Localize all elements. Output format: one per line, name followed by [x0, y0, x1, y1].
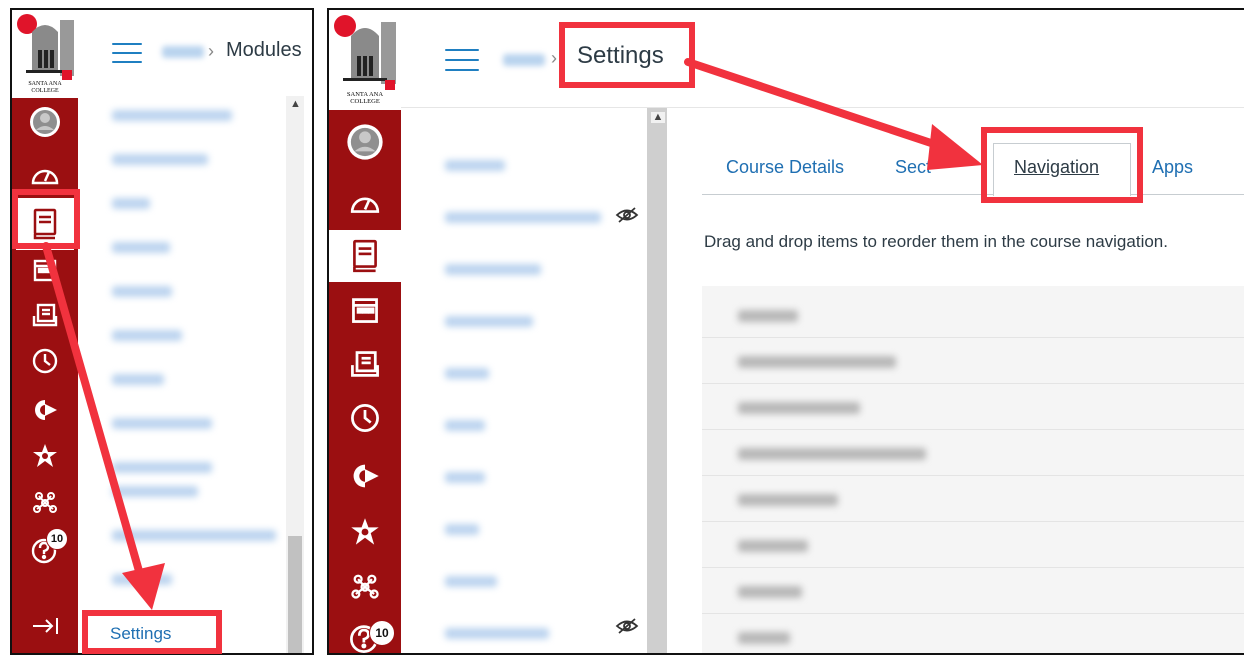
reorder-list-item[interactable] — [702, 478, 1244, 522]
reorder-list-item[interactable] — [702, 432, 1244, 476]
top-header: › Settings — [401, 10, 1244, 108]
right-screenshot-panel: SANTA ANA COLLEGE 10 › Settings ▲ Course… — [327, 8, 1244, 655]
courses-icon[interactable] — [329, 230, 401, 282]
tab-apps[interactable]: Apps — [1152, 157, 1193, 178]
navigation-instructions: Drag and drop items to reorder them in t… — [704, 232, 1168, 251]
tab-course-details[interactable]: Course Details — [726, 157, 844, 178]
santa-ana-college-seal: SANTA ANA COLLEGE — [12, 10, 78, 98]
course-nav-item[interactable] — [445, 160, 505, 171]
top-header: › Modules — [78, 10, 312, 96]
breadcrumb-current: Settings — [577, 42, 664, 69]
settings-link[interactable]: Settings — [90, 616, 220, 652]
course-nav-item[interactable] — [112, 110, 232, 121]
course-navigation-reorder-list — [702, 286, 1244, 653]
course-nav-item[interactable] — [445, 264, 541, 275]
course-nav-item[interactable] — [445, 524, 479, 535]
global-navigation: SANTA ANA COLLEGE 10 — [329, 10, 401, 653]
course-nav-scrollbar[interactable]: ▲ — [286, 96, 304, 653]
course-nav-item[interactable] — [112, 286, 172, 297]
breadcrumb-course-name[interactable] — [162, 46, 204, 58]
network-icon[interactable] — [329, 564, 401, 608]
breadcrumb-separator: › — [208, 41, 214, 61]
history-icon[interactable] — [329, 396, 401, 440]
courses-icon[interactable] — [16, 198, 74, 250]
reorder-list-item[interactable] — [702, 524, 1244, 568]
help-badge: 10 — [46, 528, 68, 550]
global-navigation: SANTA ANA COLLEGE 10 — [12, 10, 78, 653]
account-icon[interactable] — [329, 118, 401, 166]
course-nav-item[interactable] — [112, 574, 172, 585]
reorder-list-item[interactable] — [702, 294, 1244, 338]
tab-navigation[interactable]: Navigation — [1014, 157, 1099, 178]
tabs-divider — [702, 194, 1244, 195]
network-icon[interactable] — [12, 484, 78, 520]
studio-icon[interactable] — [329, 510, 401, 554]
course-nav-scrollbar[interactable]: ▲ — [647, 108, 667, 653]
course-nav-item[interactable] — [112, 418, 212, 429]
svg-text:SANTA ANA: SANTA ANA — [347, 91, 383, 98]
reorder-list-item[interactable] — [702, 616, 1244, 653]
college-logo[interactable]: SANTA ANA COLLEGE — [329, 10, 401, 110]
course-nav-item[interactable] — [112, 198, 150, 209]
help-badge: 10 — [369, 620, 395, 646]
course-nav-item[interactable] — [112, 462, 212, 473]
course-nav-item[interactable] — [112, 374, 164, 385]
calendar-icon[interactable] — [12, 252, 78, 288]
college-logo[interactable]: SANTA ANA COLLEGE — [12, 10, 78, 98]
course-nav-item[interactable] — [445, 576, 497, 587]
scroll-up-arrow[interactable]: ▲ — [651, 112, 665, 123]
course-nav-item[interactable] — [112, 330, 182, 341]
scroll-thumb[interactable] — [288, 536, 302, 653]
studio-icon[interactable] — [12, 438, 78, 474]
course-nav-item[interactable] — [445, 472, 485, 483]
svg-text:SANTA ANA: SANTA ANA — [28, 81, 62, 87]
collapse-nav-icon[interactable] — [12, 608, 78, 644]
account-icon[interactable] — [12, 103, 78, 141]
reorder-list-item[interactable] — [702, 570, 1244, 614]
inbox-icon[interactable] — [329, 342, 401, 386]
breadcrumb-current: Modules — [226, 39, 302, 61]
help-icon[interactable]: 10 — [12, 528, 78, 570]
course-nav-item[interactable] — [445, 316, 533, 327]
breadcrumb-separator: › — [551, 48, 557, 68]
dashboard-icon[interactable] — [12, 155, 78, 193]
calendar-icon[interactable] — [329, 288, 401, 332]
course-nav-item[interactable] — [112, 154, 208, 165]
inbox-icon[interactable] — [12, 297, 78, 333]
tab-sections[interactable]: Sect — [895, 157, 931, 178]
course-nav-item[interactable] — [445, 628, 549, 639]
course-nav-item[interactable] — [112, 486, 198, 497]
course-nav-item[interactable] — [445, 420, 485, 431]
hidden-eye-icon — [615, 206, 639, 229]
left-screenshot-panel: SANTA ANA COLLEGE 10 › Modules ▲ Setting… — [10, 8, 314, 655]
course-nav-item[interactable] — [445, 212, 601, 223]
dashboard-icon[interactable] — [329, 182, 401, 222]
history-icon[interactable] — [12, 343, 78, 379]
hidden-eye-icon — [615, 617, 639, 640]
svg-text:COLLEGE: COLLEGE — [350, 98, 380, 105]
course-nav-item[interactable] — [112, 242, 170, 253]
help-icon[interactable]: 10 — [329, 616, 401, 653]
santa-ana-college-seal: SANTA ANA COLLEGE — [329, 10, 401, 110]
reorder-list-item[interactable] — [702, 386, 1244, 430]
svg-text:COLLEGE: COLLEGE — [31, 88, 59, 94]
breadcrumb-course-name[interactable] — [503, 54, 545, 66]
reorder-list-item[interactable] — [702, 340, 1244, 384]
scroll-up-arrow[interactable]: ▲ — [290, 99, 301, 110]
commons-icon[interactable] — [329, 454, 401, 498]
course-nav-item[interactable] — [112, 530, 276, 541]
hamburger-menu-icon[interactable] — [112, 43, 142, 63]
commons-icon[interactable] — [12, 392, 78, 428]
hamburger-menu-icon[interactable] — [445, 49, 479, 71]
course-nav-item[interactable] — [445, 368, 489, 379]
